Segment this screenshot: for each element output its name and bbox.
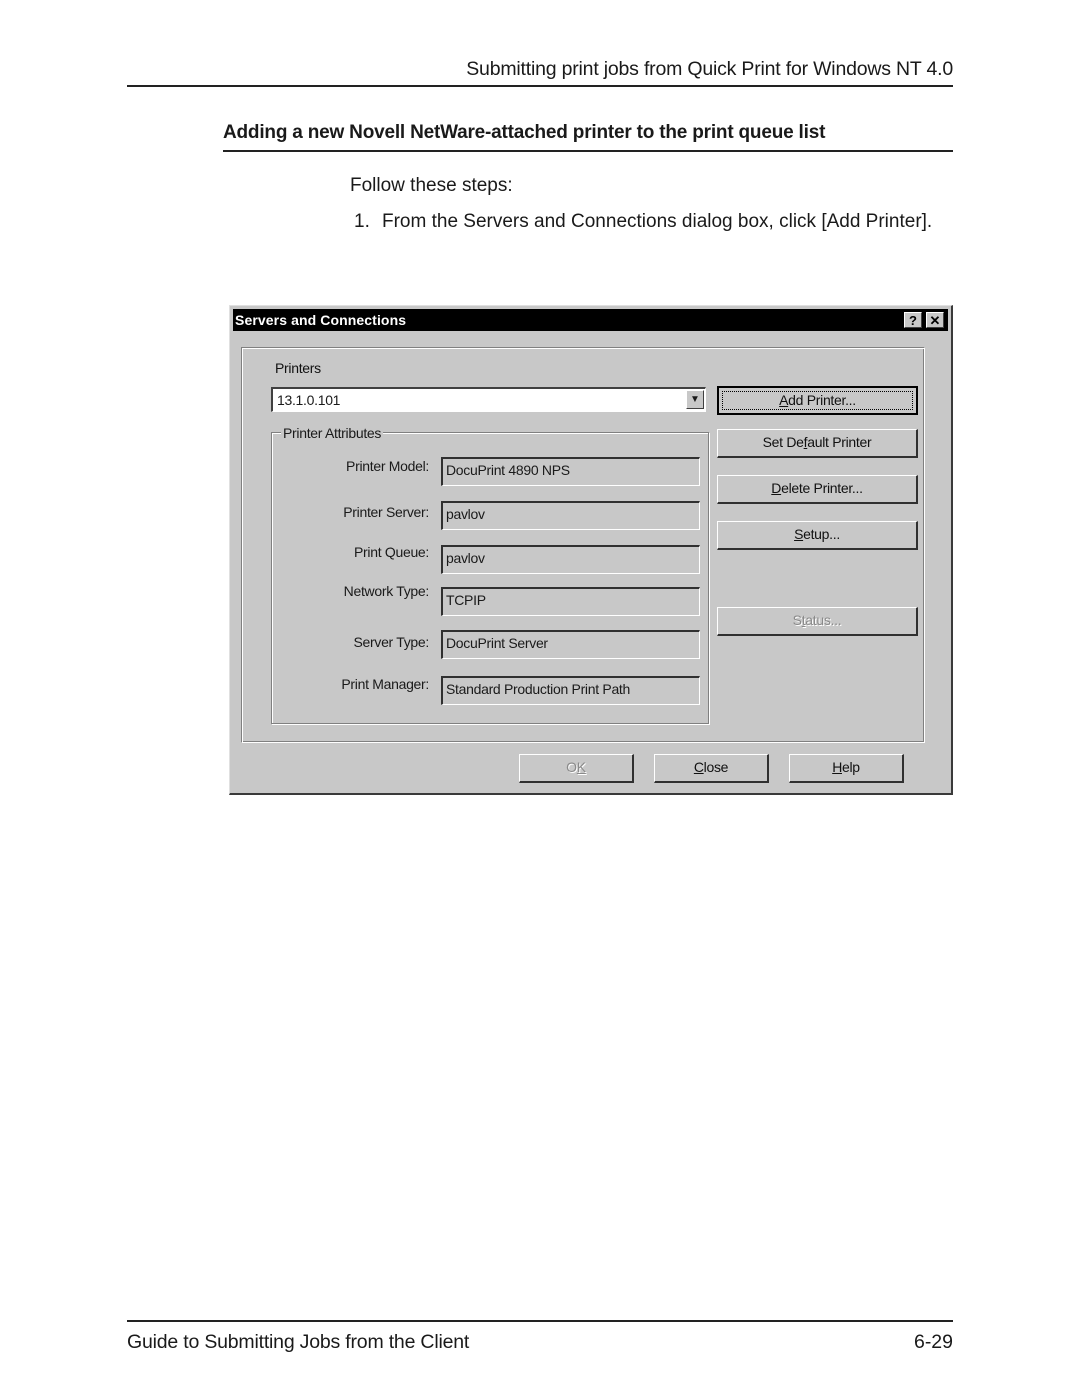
step-text: From the Servers and Connections dialog … xyxy=(382,211,933,232)
delete-printer-button[interactable]: Delete Printer... xyxy=(717,475,918,504)
help-button[interactable]: Help xyxy=(789,754,904,783)
close-button[interactable]: Close xyxy=(654,754,769,783)
print-queue-value: pavlov xyxy=(446,550,485,566)
step-item: 1. From the Servers and Connections dial… xyxy=(350,210,940,234)
help-icon[interactable]: ? xyxy=(904,312,922,328)
step-number: 1. xyxy=(354,211,370,232)
printers-label: Printers xyxy=(275,360,321,376)
footer-rule xyxy=(127,1320,953,1322)
add-printer-button[interactable]: Add Printer... xyxy=(717,386,918,415)
printer-server-label: Printer Server: xyxy=(343,504,429,520)
print-manager-value: Standard Production Print Path xyxy=(446,681,631,697)
server-type-field: DocuPrint Server xyxy=(441,630,700,659)
ok-button[interactable]: OK xyxy=(519,754,634,783)
header-rule xyxy=(127,85,953,87)
chevron-down-icon[interactable]: ▼ xyxy=(686,390,704,409)
print-manager-label: Print Manager: xyxy=(341,676,429,692)
intro-text: Follow these steps: xyxy=(350,175,513,196)
print-manager-field: Standard Production Print Path xyxy=(441,676,700,705)
printer-model-field: DocuPrint 4890 NPS xyxy=(441,457,700,486)
network-type-value: TCPIP xyxy=(446,592,486,608)
printer-server-field: pavlov xyxy=(441,501,700,530)
servers-and-connections-dialog: Servers and Connections ? ✕ Printers 13.… xyxy=(229,305,953,795)
close-icon[interactable]: ✕ xyxy=(926,312,944,328)
add-printer-label: Add Printer... xyxy=(779,392,856,408)
section-heading-rule xyxy=(223,150,953,152)
print-queue-field: pavlov xyxy=(441,545,700,574)
network-type-label: Network Type: xyxy=(343,583,430,599)
footer-title: Guide to Submitting Jobs from the Client xyxy=(127,1331,470,1353)
printer-model-label: Printer Model: xyxy=(346,458,429,474)
running-head: Submitting print jobs from Quick Print f… xyxy=(466,58,953,80)
printer-model-value: DocuPrint 4890 NPS xyxy=(446,462,570,478)
page-number: 6-29 xyxy=(913,1331,953,1353)
setup-button[interactable]: Setup... xyxy=(717,521,918,550)
dialog-title: Servers and Connections xyxy=(235,312,407,328)
printers-dropdown[interactable]: 13.1.0.101 ▼ xyxy=(271,387,706,412)
printer-server-value: pavlov xyxy=(446,506,485,522)
server-type-label: Server Type: xyxy=(353,634,429,650)
server-type-value: DocuPrint Server xyxy=(446,635,548,651)
printers-dropdown-value: 13.1.0.101 xyxy=(277,392,341,408)
print-queue-label: Print Queue: xyxy=(354,544,429,560)
dialog-titlebar: Servers and Connections ? ✕ xyxy=(233,309,948,331)
section-heading: Adding a new Novell NetWare-attached pri… xyxy=(223,122,826,143)
printer-attributes-legend: Printer Attributes xyxy=(281,425,384,441)
set-default-printer-button[interactable]: Set Default Printer xyxy=(717,429,918,458)
status-button[interactable]: Status... xyxy=(717,607,918,636)
network-type-field: TCPIP xyxy=(441,587,700,616)
